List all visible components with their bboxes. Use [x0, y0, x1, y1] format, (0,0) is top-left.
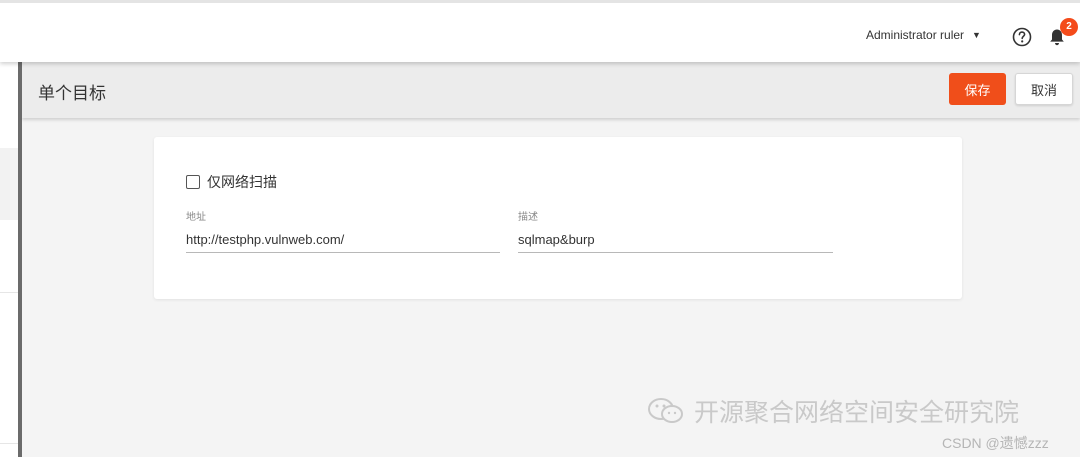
notification-badge[interactable]: 2 [1060, 18, 1078, 36]
sidebar-divider [0, 443, 18, 444]
address-label: 地址 [186, 212, 206, 223]
sidebar-divider [0, 292, 18, 293]
page-title: 单个目标 [38, 84, 106, 103]
sidebar-selected-item[interactable] [0, 148, 18, 220]
wechat-watermark: 开源聚合网络空间安全研究院 [646, 393, 1019, 429]
description-label: 描述 [518, 212, 538, 223]
network-scan-only-checkbox[interactable] [186, 175, 200, 189]
help-icon[interactable] [1012, 27, 1032, 47]
wechat-watermark-text: 开源聚合网络空间安全研究院 [694, 399, 1020, 427]
left-sidebar [0, 62, 18, 457]
user-name: Administrator ruler [866, 28, 965, 42]
sidebar-separator[interactable] [18, 62, 22, 457]
top-navigation-bar: Administrator ruler ▼ 2 [0, 0, 1080, 62]
wechat-icon [648, 398, 683, 423]
csdn-watermark: CSDN @遗憾zzz [942, 435, 1049, 451]
cancel-button[interactable]: 取消 [1015, 73, 1073, 105]
user-menu[interactable]: Administrator ruler ▼ [866, 28, 981, 42]
description-field: 描述 [518, 208, 833, 253]
address-input[interactable] [186, 228, 500, 253]
caret-down-icon: ▼ [972, 30, 981, 40]
target-form-card: 仅网络扫描 地址 描述 [154, 137, 962, 299]
address-field: 地址 [186, 208, 500, 253]
description-input[interactable] [518, 228, 833, 253]
network-scan-only-label: 仅网络扫描 [207, 174, 277, 190]
page-header: 单个目标 保存 取消 [22, 62, 1080, 118]
network-scan-only-option[interactable]: 仅网络扫描 [186, 172, 277, 192]
save-button[interactable]: 保存 [949, 73, 1006, 105]
